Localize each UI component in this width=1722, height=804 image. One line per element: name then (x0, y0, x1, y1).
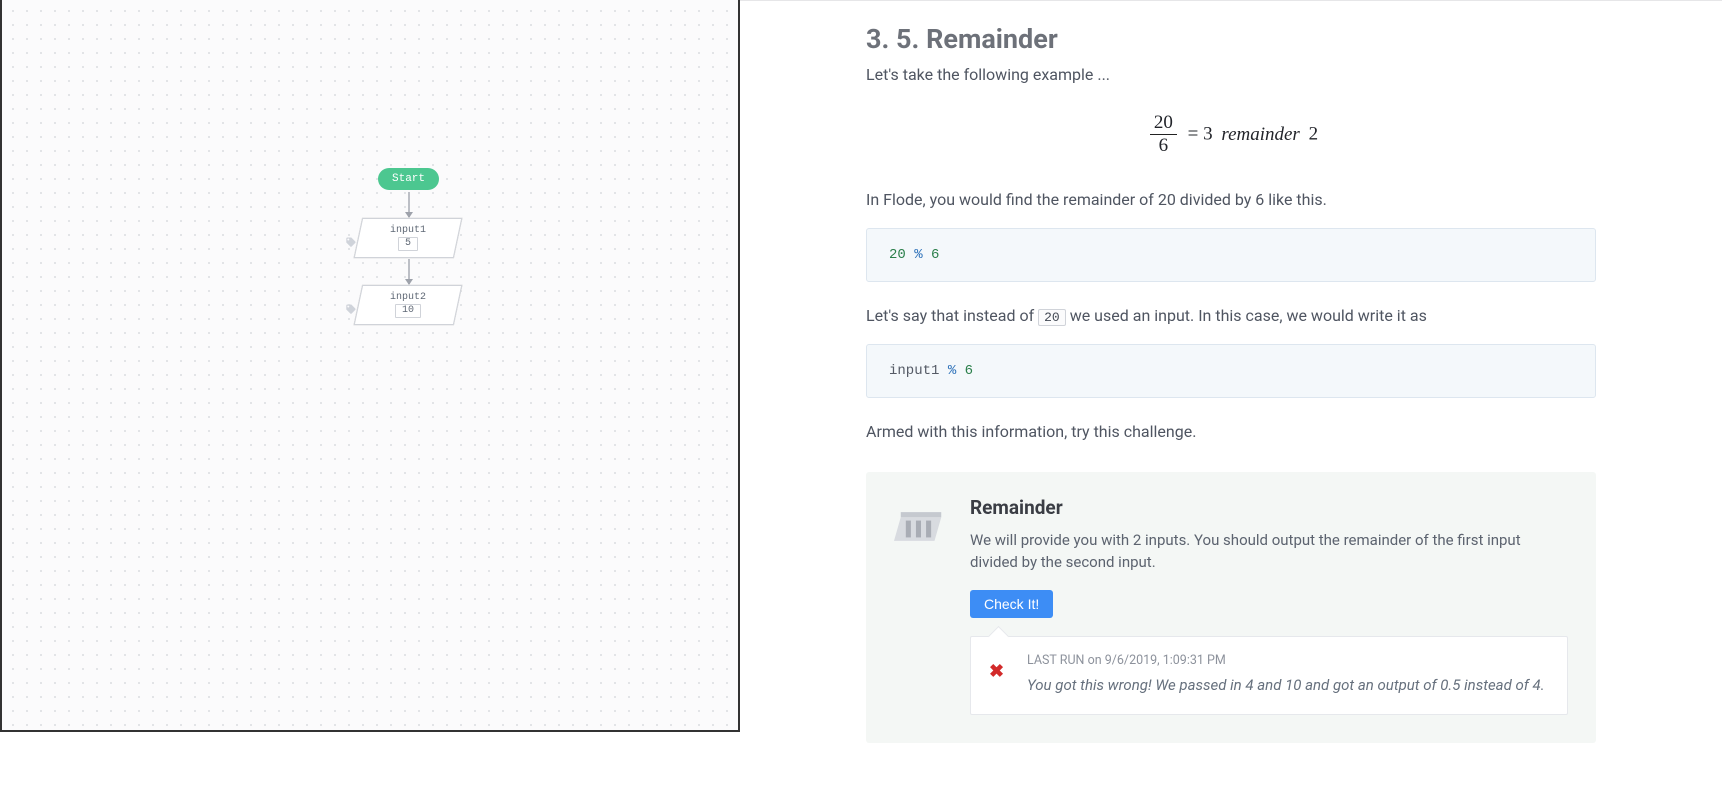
challenge-card: Remainder We will provide you with 2 inp… (866, 472, 1596, 744)
code-identifier: input1 (889, 363, 939, 379)
start-node[interactable]: Start (378, 168, 439, 190)
para-2: In Flode, you would find the remainder o… (866, 188, 1596, 212)
page-title: 3. 5. Remainder (866, 23, 1596, 55)
result-message: You got this wrong! We passed in 4 and 1… (1027, 674, 1547, 697)
input-node-2-value: 10 (395, 304, 421, 318)
result-box: ✖ LAST RUN on 9/6/2019, 1:09:31 PM You g… (970, 636, 1568, 716)
flowchart-canvas[interactable]: Start input1 5 input2 10 (0, 0, 740, 732)
input-node-1[interactable]: input1 5 (354, 218, 463, 258)
para-3b: we used an input. In this case, we would… (1066, 306, 1427, 325)
check-it-button[interactable]: Check It! (970, 590, 1053, 618)
code-operator: % (948, 363, 956, 379)
result-meta-time: 9/6/2019, 1:09:31 PM (1105, 653, 1226, 668)
inline-code: 20 (1038, 309, 1066, 326)
para-4: Armed with this information, try this ch… (866, 420, 1596, 444)
tag-icon (345, 233, 357, 245)
remainder-word: remainder (1221, 124, 1299, 145)
error-icon: ✖ (989, 661, 1004, 682)
challenge-title: Remainder (970, 496, 1568, 519)
input-node-1-label: input1 (390, 225, 426, 236)
arrow (408, 259, 410, 284)
fraction-denominator: 6 (1150, 135, 1177, 158)
code-operator: % (914, 247, 922, 263)
para-3a: Let's say that instead of (866, 306, 1038, 325)
equals-sign: = (1188, 124, 1199, 145)
remainder-value: 2 (1309, 124, 1319, 145)
input-node-2[interactable]: input2 10 (354, 285, 463, 325)
input-node-1-value: 5 (398, 237, 418, 251)
code-block-2: input1 % 6 (866, 344, 1596, 398)
code-literal: 6 (931, 247, 939, 263)
code-literal: 6 (965, 363, 973, 379)
arrow (408, 192, 410, 217)
intro-text: Let's take the following example ... (866, 63, 1596, 87)
fraction-numerator: 20 (1150, 113, 1177, 135)
input-node-2-label: input2 (390, 292, 426, 303)
math-equation: 20 6 = 3 remainder 2 (866, 113, 1596, 158)
result-meta-prefix: LAST RUN on (1027, 653, 1105, 668)
code-block-1: 20 % 6 (866, 228, 1596, 282)
tag-icon (345, 300, 357, 312)
para-3: Let's say that instead of 20 we used an … (866, 304, 1596, 328)
challenge-description: We will provide you with 2 inputs. You s… (970, 529, 1568, 574)
code-literal: 20 (889, 247, 906, 263)
result-meta: LAST RUN on 9/6/2019, 1:09:31 PM (1027, 653, 1547, 668)
lesson-content[interactable]: 3. 5. Remainder Let's take the following… (740, 0, 1722, 804)
challenge-icon (894, 502, 948, 556)
quotient: 3 (1203, 124, 1213, 145)
